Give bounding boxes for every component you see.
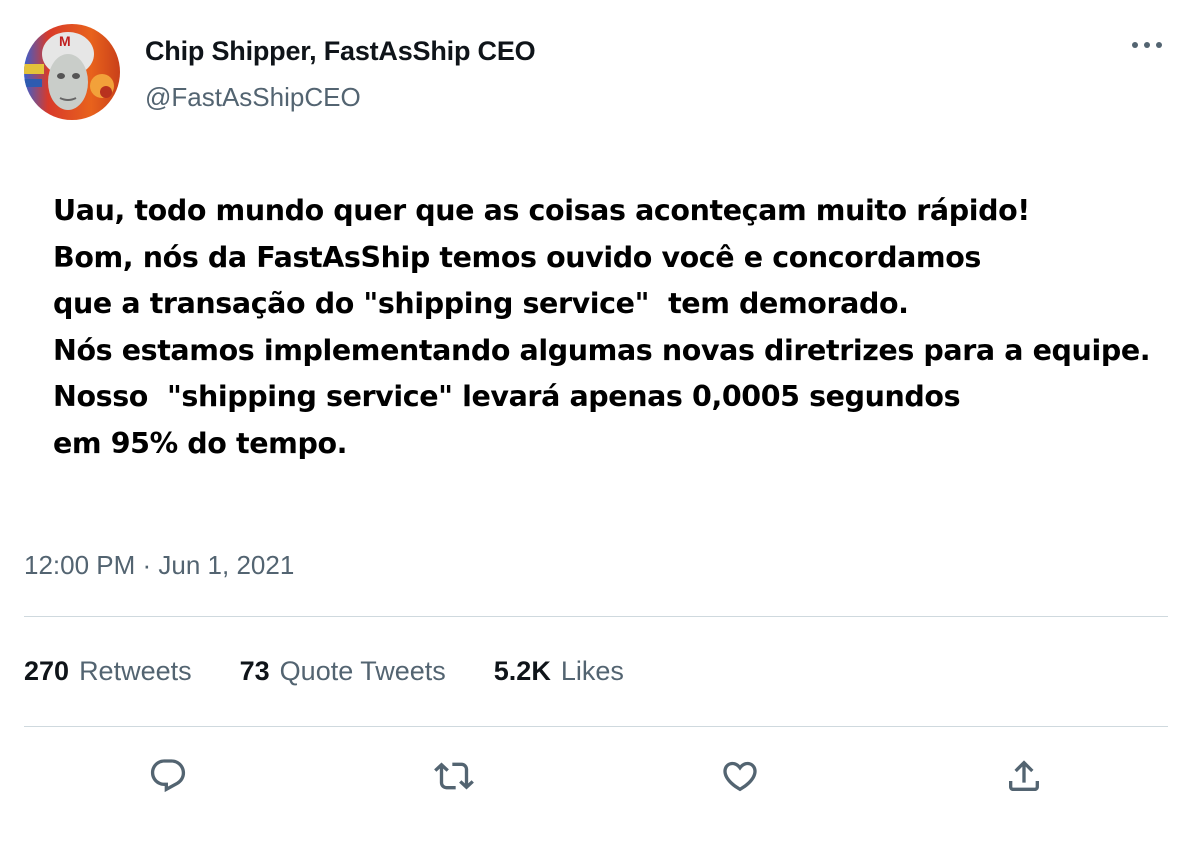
tweet-text-line: Bom, nós da FastAsShip temos ouvido você… — [53, 240, 981, 274]
author-display-name[interactable]: Chip Shipper, FastAsShip CEO — [145, 36, 536, 67]
quote-tweets-count: 73 — [239, 656, 270, 686]
tweet-text-line: Uau, todo mundo quer que as coisas acont… — [53, 194, 1030, 227]
share-icon — [1009, 760, 1039, 791]
svg-text:M: M — [59, 33, 71, 49]
quote-tweets-stat[interactable]: 73 Quote Tweets — [240, 656, 446, 687]
tweet-timestamp[interactable]: 12:00 PM · Jun 1, 2021 — [24, 550, 294, 581]
likes-label: Likes — [560, 656, 624, 686]
like-button[interactable] — [716, 752, 764, 800]
cartoon-racer-avatar-icon: M — [24, 24, 120, 120]
retweets-count: 270 — [24, 656, 70, 686]
avatar[interactable]: M — [24, 24, 120, 120]
tweet-text: Uau, todo mundo quer que as coisas acont… — [53, 188, 1151, 467]
engagement-stats: 270 Retweets 73 Quote Tweets 5.2K Likes — [24, 656, 624, 687]
likes-stat[interactable]: 5.2K Likes — [494, 656, 624, 687]
tweet-text-line: que a transação do "shipping service" te… — [53, 287, 909, 320]
author-handle[interactable]: @FastAsShipCEO — [145, 82, 361, 113]
likes-count: 5.2K — [493, 656, 551, 686]
retweets-stat[interactable]: 270 Retweets — [24, 656, 192, 687]
heart-icon — [723, 761, 757, 792]
more-options-button[interactable] — [1126, 30, 1168, 60]
tweet-text-line: Nosso "shipping service" levará apenas 0… — [53, 380, 961, 413]
tweet-text-line: Nós estamos implementando algumas novas … — [53, 333, 1151, 367]
retweets-label: Retweets — [79, 656, 192, 686]
quote-tweets-label: Quote Tweets — [279, 656, 446, 686]
retweet-button[interactable] — [430, 752, 478, 800]
reply-button[interactable] — [144, 752, 192, 800]
retweet-icon — [434, 762, 474, 790]
more-icon — [1132, 42, 1162, 48]
share-button[interactable] — [1000, 752, 1048, 800]
reply-icon — [150, 759, 186, 793]
tweet-text-line: em 95% do tempo. — [53, 426, 348, 460]
divider — [24, 726, 1168, 727]
divider — [24, 616, 1168, 617]
